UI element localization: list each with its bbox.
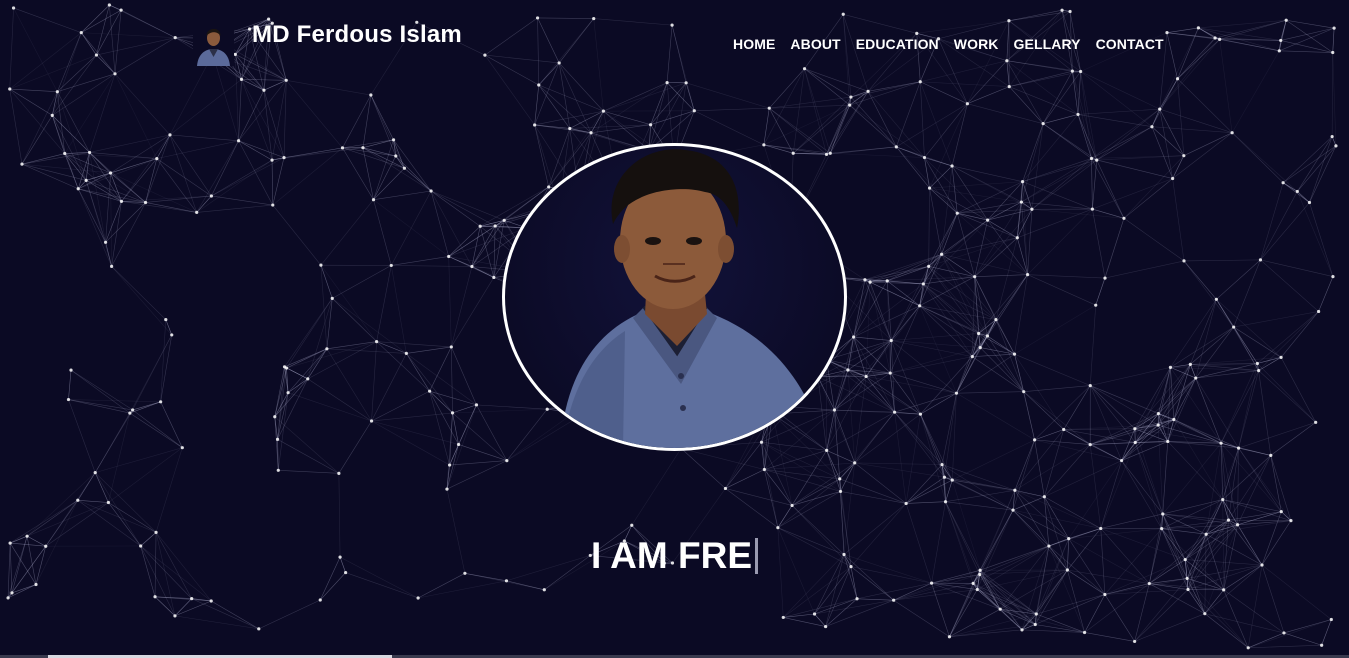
typed-text: I AM FRE — [591, 535, 753, 576]
brand[interactable]: MD Ferdous Islam — [193, 16, 462, 66]
hero-section: MD Ferdous Islam HOME ABOUT EDUCATION WO… — [0, 0, 1349, 658]
avatar-icon — [193, 16, 234, 66]
typed-headline: I AM FRE — [591, 535, 759, 577]
nav-education[interactable]: EDUCATION — [856, 36, 939, 52]
nav-gallery[interactable]: GELLARY — [1014, 36, 1081, 52]
profile-photo-icon — [560, 149, 825, 448]
main-nav: HOME ABOUT EDUCATION WORK GELLARY CONTAC… — [733, 36, 1164, 52]
typing-caret — [755, 538, 759, 574]
nav-work[interactable]: WORK — [954, 36, 999, 52]
profile-portrait — [502, 143, 847, 451]
nav-home[interactable]: HOME — [733, 36, 775, 52]
brand-name[interactable]: MD Ferdous Islam — [252, 21, 462, 49]
nav-about[interactable]: ABOUT — [790, 36, 840, 52]
nav-contact[interactable]: CONTACT — [1096, 36, 1164, 52]
